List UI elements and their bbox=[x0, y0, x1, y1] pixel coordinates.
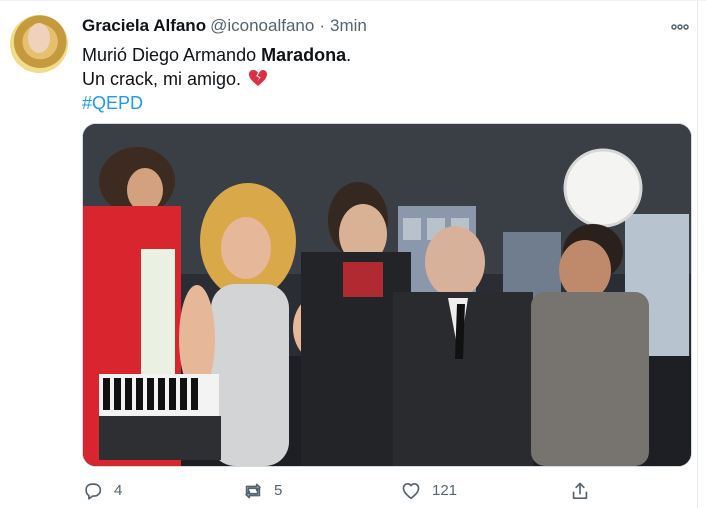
tweet-text-second-line: Un crack, mi amigo. bbox=[82, 69, 242, 89]
top-divider bbox=[0, 0, 706, 1]
share-icon bbox=[572, 482, 588, 499]
heart-icon bbox=[402, 483, 420, 500]
tweet-text-line-1: Murió Diego Armando Maradona. bbox=[82, 43, 672, 67]
tweet-text-prefix: Murió Diego Armando bbox=[82, 45, 262, 65]
metadata-separator: · bbox=[319, 16, 325, 35]
retweet-count: 5 bbox=[274, 482, 283, 499]
tweet-photo[interactable] bbox=[82, 123, 692, 467]
share-button[interactable] bbox=[569, 478, 591, 504]
tweet-actions: 4 5 121 bbox=[82, 478, 602, 504]
broken-heart-icon bbox=[249, 70, 268, 86]
retweet-icon bbox=[245, 483, 261, 499]
photo-scene bbox=[83, 124, 691, 466]
author-handle[interactable]: @iconoalfano bbox=[210, 16, 314, 35]
timestamp[interactable]: 3min bbox=[330, 16, 367, 35]
retweet-button[interactable]: 5 bbox=[242, 478, 282, 504]
like-count: 121 bbox=[432, 482, 458, 499]
hashtag-qepd[interactable]: #QEPD bbox=[82, 91, 672, 115]
author-name[interactable]: Graciela Alfano bbox=[82, 16, 206, 35]
tweet-text-bold-name: Maradona bbox=[261, 45, 347, 65]
right-divider bbox=[697, 0, 698, 508]
reply-button[interactable]: 4 bbox=[82, 478, 122, 504]
keyboard bbox=[99, 374, 221, 460]
tweet-text-line-2: Un crack, mi amigo. bbox=[82, 67, 672, 91]
tweet[interactable]: Graciela Alfano @iconoalfano · 3min Murió D… bbox=[0, 0, 706, 508]
tweet-header: Graciela Alfano @iconoalfano · 3min bbox=[82, 15, 367, 37]
like-button[interactable]: 121 bbox=[400, 478, 457, 504]
more-icon[interactable] bbox=[669, 19, 691, 35]
reply-icon bbox=[85, 483, 102, 500]
author-avatar[interactable] bbox=[10, 15, 68, 73]
tweet-text-suffix: . bbox=[346, 45, 352, 65]
reply-count: 4 bbox=[114, 482, 123, 499]
tweet-text: Murió Diego Armando Maradona. Un crack, … bbox=[82, 43, 672, 115]
